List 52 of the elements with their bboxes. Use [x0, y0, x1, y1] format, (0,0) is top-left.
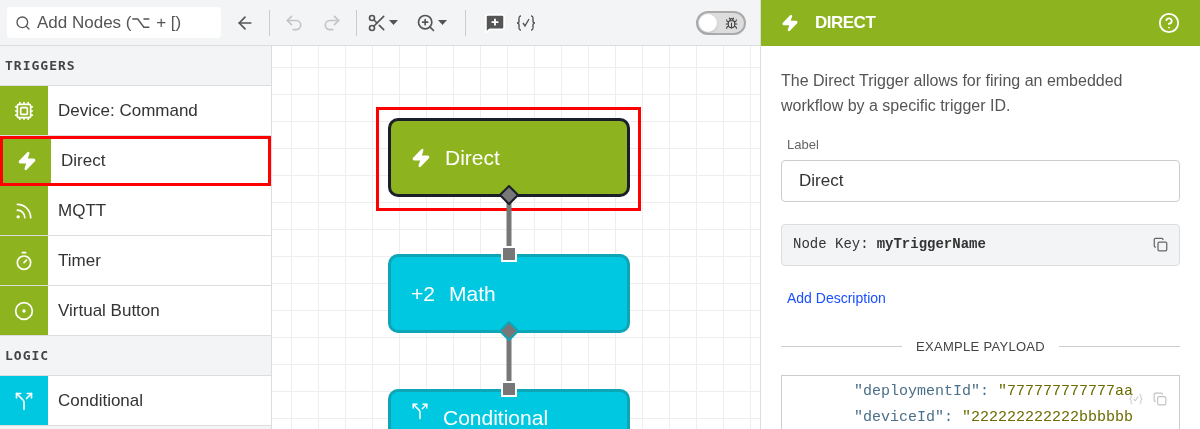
zoom-in-icon [416, 12, 436, 33]
palette-item[interactable]: Direct [0, 136, 271, 186]
palette-item-label: Direct [61, 150, 106, 173]
braces-check-icon[interactable] [516, 12, 536, 33]
description-text: The Direct Trigger allows for firing an embedded workflow by a specific trigger ID. [781, 71, 1124, 116]
code-key: "deploymentId": [854, 379, 990, 405]
code-key: "deviceId": [854, 405, 954, 429]
scissors-button[interactable] [367, 12, 398, 33]
field-caption: Label [787, 136, 820, 154]
palette-item-label: MQTT [58, 199, 107, 222]
node-key-caption: Node Key: [793, 235, 869, 254]
node-label: Direct [445, 144, 500, 171]
copy-icon[interactable] [1153, 237, 1168, 252]
comment-plus-icon [484, 11, 506, 34]
debug-toggle[interactable] [696, 10, 746, 35]
lightning-icon [781, 14, 799, 32]
panel-title: DIRECT [815, 12, 877, 35]
palette-item[interactable]: MQTT [0, 186, 271, 236]
palette-item[interactable]: Timer [0, 236, 271, 286]
palette-item-icon [14, 300, 34, 321]
node-key-value: myTriggerName [876, 235, 987, 254]
palette-item-label: Timer [58, 249, 101, 272]
lightning-icon [411, 147, 431, 168]
palette-item-label: Device: Command [58, 99, 198, 122]
palette-item-icon [14, 250, 34, 271]
palette-item[interactable]: Conditional [0, 376, 271, 426]
palette-item[interactable]: Device: Command [0, 86, 271, 136]
redo-icon [322, 12, 342, 33]
undo-icon [284, 12, 304, 33]
search-icon [15, 15, 31, 31]
search-field[interactable]: Add Nodes (⌥ + [) [7, 7, 221, 38]
node-icon-text: +2 [411, 280, 435, 307]
scissors-icon [367, 12, 387, 33]
palette-item-icon [17, 151, 37, 171]
section-heading: EXAMPLE PAYLOAD [916, 337, 1045, 356]
palette-item-label: Virtual Button [58, 299, 160, 322]
code-value: "222222222222bbbbbb [962, 408, 1134, 428]
split-arrow-icon [411, 402, 429, 420]
node-label: Conditional [443, 405, 549, 429]
code-value: "777777777777aa [998, 382, 1134, 402]
palette-item-icon [14, 100, 34, 121]
palette-item[interactable]: Virtual Button [0, 286, 271, 336]
label-input[interactable]: Direct [781, 159, 1180, 202]
caret-icon [438, 20, 447, 25]
palette-item-label: Conditional [58, 389, 144, 412]
add-description-link[interactable]: Add Description [787, 287, 886, 309]
zoom-button[interactable] [416, 12, 447, 33]
caret-icon [389, 20, 398, 25]
bug-icon [725, 16, 738, 30]
add-comment-button[interactable] [484, 11, 506, 34]
palette-item-icon [14, 390, 34, 411]
node-label: Math [448, 280, 496, 307]
